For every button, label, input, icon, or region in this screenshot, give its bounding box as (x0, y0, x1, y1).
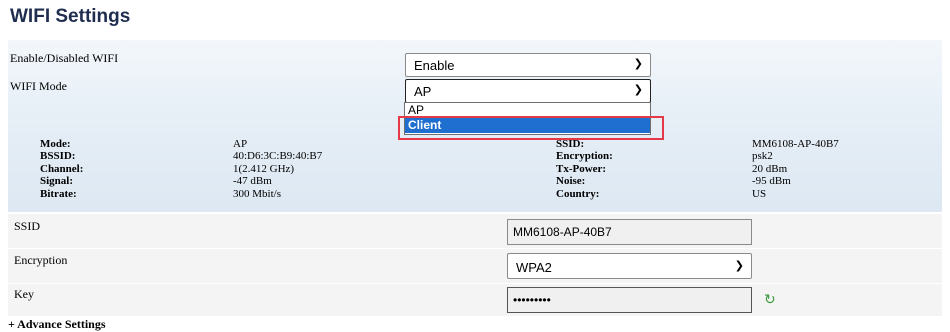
ssid-label: SSID (14, 219, 41, 233)
status-value: US (752, 187, 767, 200)
status-value: MM6108-AP-40B7 (752, 138, 839, 150)
status-label: Country: (556, 187, 600, 200)
encryption-select[interactable]: WPA2 ❯ (507, 253, 752, 279)
status-value: 300 Mbit/s (233, 187, 281, 200)
status-label: Noise: (556, 175, 586, 188)
status-value: -47 dBm (233, 175, 272, 188)
key-input[interactable]: ••••••••• (507, 287, 752, 313)
advance-settings-toggle[interactable]: + Advance Settings (8, 317, 106, 332)
highlight-annotation (398, 116, 664, 140)
page-title: WIFI Settings (10, 6, 131, 27)
key-row (8, 283, 942, 316)
status-value: 40:D6:3C:B9:40:B7 (233, 150, 323, 163)
status-right-values: MM6108-AP-40B7 psk2 20 dBm -95 dBm US (752, 138, 839, 200)
enable-wifi-value: Enable (414, 58, 455, 73)
chevron-down-icon: ❯ (734, 260, 744, 272)
wifi-mode-value: AP (414, 84, 432, 99)
ssid-row (8, 213, 942, 248)
encryption-label: Encryption (14, 253, 68, 267)
encryption-row (8, 248, 942, 283)
status-right-labels: SSID: Encryption: Tx-Power: Noise: Count… (556, 138, 613, 200)
status-label: BSSID: (40, 150, 76, 163)
status-label: Bitrate: (40, 187, 77, 200)
enable-wifi-label: Enable/Disabled WIFI (10, 51, 119, 65)
wifi-mode-select[interactable]: AP ❯ (405, 79, 651, 103)
wifi-mode-label: WIFI Mode (10, 79, 67, 93)
status-value: -95 dBm (752, 175, 791, 188)
key-label: Key (14, 287, 34, 301)
status-label: Signal: (40, 175, 74, 188)
status-value: 20 dBm (752, 162, 788, 175)
chevron-down-icon: ❯ (633, 84, 643, 96)
status-left-values: AP 40:D6:3C:B9:40:B7 1(2.412 GHz) -47 dB… (233, 138, 322, 200)
status-label: Mode: (40, 138, 71, 150)
status-label: SSID: (556, 138, 585, 150)
status-value: 1(2.412 GHz) (233, 162, 295, 175)
refresh-icon[interactable]: ↻ (764, 292, 776, 308)
status-value: AP (233, 138, 248, 150)
encryption-value: WPA2 (516, 260, 552, 275)
status-label: Channel: (40, 162, 84, 175)
status-value: psk2 (752, 150, 773, 163)
status-left-labels: Mode: BSSID: Channel: Signal: Bitrate: (40, 138, 83, 200)
chevron-down-icon: ❯ (633, 58, 643, 70)
ssid-input[interactable]: MM6108-AP-40B7 (507, 219, 752, 245)
status-label: Tx-Power: (556, 162, 607, 175)
status-label: Encryption: (556, 150, 613, 163)
enable-wifi-select[interactable]: Enable ❯ (405, 53, 651, 77)
